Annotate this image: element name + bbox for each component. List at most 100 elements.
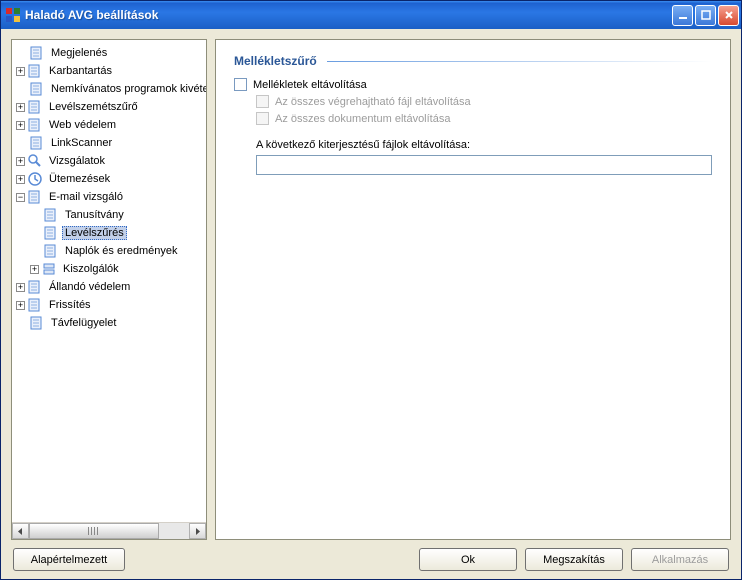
tree-item-icon xyxy=(43,207,59,223)
tree-item-label[interactable]: Levélszűrés xyxy=(62,226,127,240)
section-title: Mellékletszűrő xyxy=(234,54,317,68)
tree-item[interactable]: Tanusítvány xyxy=(12,206,206,224)
tree-item-icon xyxy=(27,189,43,205)
tree-item-icon xyxy=(27,63,43,79)
tree-item-icon xyxy=(27,153,43,169)
tree-item-icon xyxy=(43,243,59,259)
tree-expander[interactable]: + xyxy=(16,121,25,130)
checkbox-remove-attachments[interactable] xyxy=(234,78,247,91)
tree-item[interactable]: Levélszűrés xyxy=(12,224,206,242)
section-header: Mellékletszűrő xyxy=(234,54,712,68)
tree-item[interactable]: − E-mail vizsgáló xyxy=(12,188,206,206)
checkbox-remove-attachments-row: Mellékletek eltávolítása xyxy=(234,78,712,91)
button-row: Alapértelmezett Ok Megszakítás Alkalmazá… xyxy=(11,548,731,571)
scroll-thumb[interactable] xyxy=(29,523,159,539)
tree-item[interactable]: + Kiszolgálók xyxy=(12,260,206,278)
window-controls xyxy=(672,5,739,26)
section-rule xyxy=(327,61,712,62)
tree-item-label[interactable]: Levélszemétszűrő xyxy=(46,100,141,114)
tree-item[interactable]: + Vizsgálatok xyxy=(12,152,206,170)
tree-item-label[interactable]: Frissítés xyxy=(46,298,94,312)
panels: Megjelenés + Karbantartás Nemkívánatos prog… xyxy=(11,39,731,540)
tree-item-icon xyxy=(27,171,43,187)
titlebar: Haladó AVG beállítások xyxy=(1,1,741,29)
tree-scroll: Megjelenés + Karbantartás Nemkívánatos prog… xyxy=(12,40,206,522)
tree-item-icon xyxy=(27,279,43,295)
client-area: Megjelenés + Karbantartás Nemkívánatos prog… xyxy=(1,29,741,579)
tree-expander[interactable]: + xyxy=(16,157,25,166)
tree-item[interactable]: Távfelügyelet xyxy=(12,314,206,332)
checkbox-remove-documents xyxy=(256,112,269,125)
ok-button[interactable]: Ok xyxy=(419,548,517,571)
tree-item-label[interactable]: Vizsgálatok xyxy=(46,154,108,168)
tree-item-icon xyxy=(27,99,43,115)
tree-item[interactable]: Megjelenés xyxy=(12,44,206,62)
checkbox-remove-executables-row: Az összes végrehajtható fájl eltávolítás… xyxy=(256,95,712,108)
tree-item-icon xyxy=(29,135,45,151)
window: Haladó AVG beállítások Megjelenés + Karban… xyxy=(0,0,742,580)
checkbox-remove-documents-row: Az összes dokumentum eltávolítása xyxy=(256,112,712,125)
tree-item[interactable]: + Karbantartás xyxy=(12,62,206,80)
apply-button[interactable]: Alkalmazás xyxy=(631,548,729,571)
window-title: Haladó AVG beállítások xyxy=(25,8,672,22)
extensions-input[interactable] xyxy=(256,155,712,175)
tree-item-icon xyxy=(41,261,57,277)
tree-panel: Megjelenés + Karbantartás Nemkívánatos prog… xyxy=(11,39,207,540)
maximize-button[interactable] xyxy=(695,5,716,26)
tree-item-icon xyxy=(43,225,59,241)
tree-item[interactable]: + Levélszemétszűrő xyxy=(12,98,206,116)
tree-item-label[interactable]: Állandó védelem xyxy=(46,280,133,294)
tree-expander[interactable]: + xyxy=(16,103,25,112)
tree-item[interactable]: + Állandó védelem xyxy=(12,278,206,296)
tree-expander[interactable]: + xyxy=(30,265,39,274)
checkbox-remove-documents-label: Az összes dokumentum eltávolítása xyxy=(275,113,450,125)
tree-item-icon xyxy=(27,297,43,313)
tree-item[interactable]: Nemkívánatos programok kivételei xyxy=(12,80,206,98)
scroll-track[interactable] xyxy=(29,523,189,539)
tree-expander[interactable]: + xyxy=(16,301,25,310)
tree-item-label[interactable]: Kiszolgálók xyxy=(60,262,122,276)
tree-item-label[interactable]: Megjelenés xyxy=(48,46,110,60)
tree-item-label[interactable]: LinkScanner xyxy=(48,136,115,150)
tree-item-label[interactable]: Naplók és eredmények xyxy=(62,244,181,258)
tree-item-icon xyxy=(27,117,43,133)
tree-item[interactable]: + Ütemezések xyxy=(12,170,206,188)
tree-item-label[interactable]: Távfelügyelet xyxy=(48,316,119,330)
tree-expander-spacer xyxy=(30,227,41,239)
tree-expander-spacer xyxy=(16,317,27,329)
tree-expander-spacer xyxy=(30,245,41,257)
close-button[interactable] xyxy=(718,5,739,26)
tree-item-icon xyxy=(29,315,45,331)
tree-item-label[interactable]: Ütemezések xyxy=(46,172,113,186)
minimize-button[interactable] xyxy=(672,5,693,26)
tree-expander[interactable]: − xyxy=(16,193,25,202)
tree-item-label[interactable]: E-mail vizsgáló xyxy=(46,190,126,204)
defaults-button[interactable]: Alapértelmezett xyxy=(13,548,125,571)
tree-expander[interactable]: + xyxy=(16,175,25,184)
tree-item-label[interactable]: Tanusítvány xyxy=(62,208,127,222)
tree-expander[interactable]: + xyxy=(16,67,25,76)
tree-item[interactable]: LinkScanner xyxy=(12,134,206,152)
tree-expander-spacer xyxy=(16,137,27,149)
tree-expander-spacer xyxy=(30,209,41,221)
tree-item-icon xyxy=(29,81,45,97)
tree-item-icon xyxy=(29,45,45,61)
tree-item[interactable]: Naplók és eredmények xyxy=(12,242,206,260)
app-icon xyxy=(5,7,21,23)
settings-tree[interactable]: Megjelenés + Karbantartás Nemkívánatos prog… xyxy=(12,44,206,332)
extensions-label: A következő kiterjesztésű fájlok eltávol… xyxy=(256,139,712,151)
scroll-left-button[interactable] xyxy=(12,523,29,539)
content-panel: Mellékletszűrő Mellékletek eltávolítása … xyxy=(215,39,731,540)
cancel-button[interactable]: Megszakítás xyxy=(525,548,623,571)
tree-item-label[interactable]: Karbantartás xyxy=(46,64,115,78)
scroll-right-button[interactable] xyxy=(189,523,206,539)
tree-item-label[interactable]: Web védelem xyxy=(46,118,119,132)
tree-item-label[interactable]: Nemkívánatos programok kivételei xyxy=(48,82,206,96)
tree-expander-spacer xyxy=(16,83,27,95)
tree-item[interactable]: + Frissítés xyxy=(12,296,206,314)
horizontal-scrollbar[interactable] xyxy=(12,522,206,539)
checkbox-remove-executables xyxy=(256,95,269,108)
tree-expander[interactable]: + xyxy=(16,283,25,292)
tree-item[interactable]: + Web védelem xyxy=(12,116,206,134)
tree-expander-spacer xyxy=(16,47,27,59)
